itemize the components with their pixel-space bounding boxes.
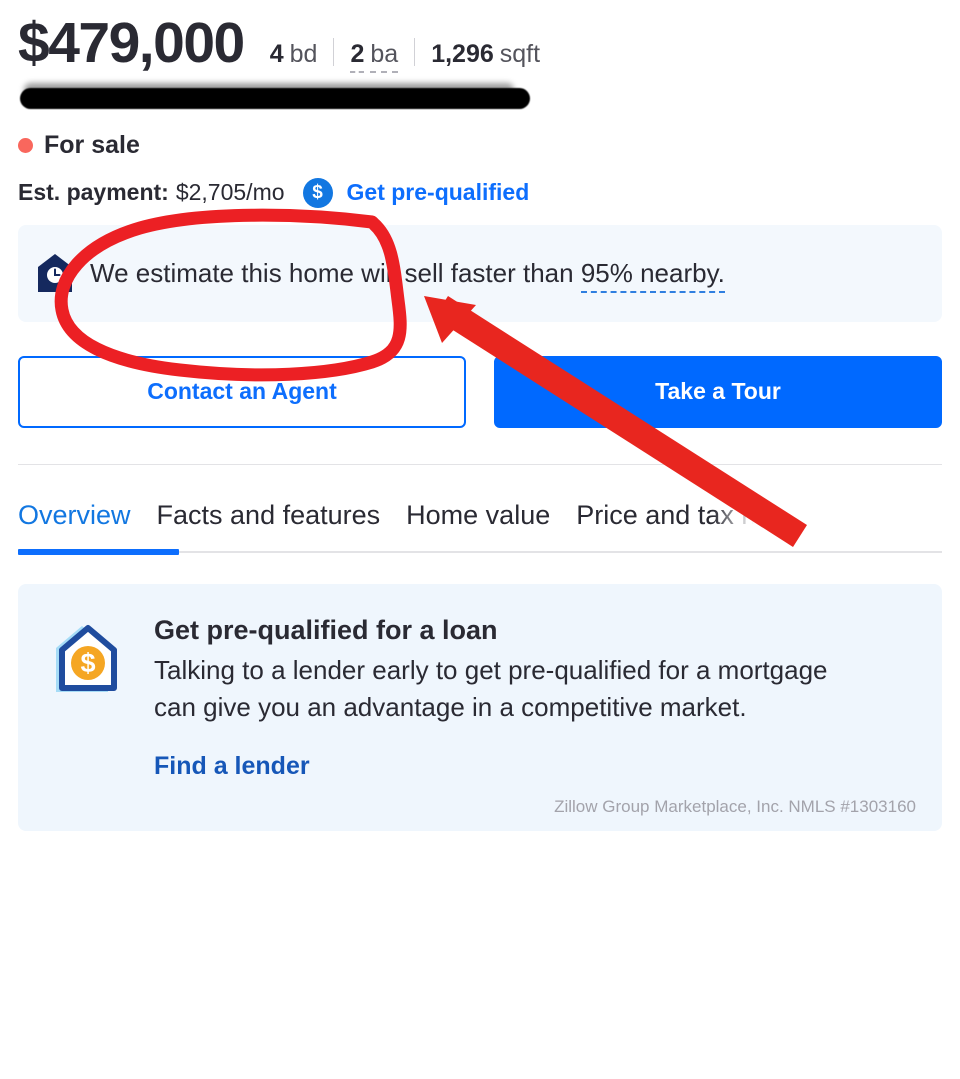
take-a-tour-button[interactable]: Take a Tour bbox=[494, 355, 942, 428]
section-divider bbox=[18, 463, 942, 465]
get-pre-qualified-link[interactable]: Get pre-qualified bbox=[347, 179, 530, 206]
tab-navigation: Overview Facts and features Home value P… bbox=[18, 473, 942, 555]
listing-detail-page: $479,000 4 bd 2 ba 1,296 sqft [address r… bbox=[0, 0, 960, 1079]
sqft-unit: sqft bbox=[499, 40, 541, 68]
listing-price: $479,000 bbox=[18, 11, 245, 75]
tab-facts-and-features[interactable]: Facts and features bbox=[157, 500, 381, 539]
price-header: $479,000 4 bd 2 ba 1,296 sqft bbox=[18, 0, 942, 74]
payment-label: Est. payment: bbox=[18, 179, 169, 206]
fact-divider bbox=[414, 38, 416, 66]
dollar-badge-icon: $ bbox=[302, 177, 333, 208]
pre-qualified-card-body: Get pre-qualified for a loan Talking to … bbox=[154, 614, 916, 817]
sqft-fact: 1,296 sqft bbox=[431, 40, 540, 69]
baths-unit: ba bbox=[370, 40, 399, 73]
beds-unit: bd bbox=[289, 40, 318, 68]
pre-qualified-legal-text: Zillow Group Marketplace, Inc. NMLS #130… bbox=[554, 797, 916, 817]
sell-faster-percentile[interactable]: 95% nearby. bbox=[580, 258, 725, 294]
tab-active-underline bbox=[18, 548, 942, 555]
sell-faster-text: We estimate this home will sell faster t… bbox=[90, 257, 725, 294]
home-facts: 4 bd 2 ba 1,296 sqft bbox=[270, 34, 540, 73]
status-dot-icon bbox=[18, 137, 33, 153]
listing-status: For sale bbox=[18, 131, 942, 160]
baths-fact[interactable]: 2 ba bbox=[350, 40, 399, 73]
tab-home-value[interactable]: Home value bbox=[406, 500, 550, 539]
listing-address: [address redacted] bbox=[20, 84, 211, 111]
sqft-value: 1,296 bbox=[431, 40, 494, 68]
get-pre-qualified-card: $ Get pre-qualified for a loan Talking t… bbox=[18, 583, 942, 832]
payment-value: $2,705/mo bbox=[175, 179, 285, 206]
svg-text:$: $ bbox=[80, 648, 95, 678]
tab-price-and-tax-history[interactable]: Price and tax h bbox=[576, 500, 756, 539]
tab-overview[interactable]: Overview bbox=[18, 500, 131, 539]
contact-agent-button[interactable]: Contact an Agent bbox=[18, 355, 466, 428]
find-a-lender-link[interactable]: Find a lender bbox=[154, 752, 310, 781]
beds-fact: 4 bd bbox=[270, 40, 318, 69]
tab-list: Overview Facts and features Home value P… bbox=[18, 473, 942, 539]
estimated-payment-row: Est. payment: $2,705/mo $ Get pre-qualif… bbox=[18, 177, 942, 208]
pre-qualified-description: Talking to a lender early to get pre-qua… bbox=[154, 655, 828, 723]
fact-divider bbox=[333, 38, 335, 66]
house-clock-icon bbox=[38, 254, 72, 293]
cta-button-row: Contact an Agent Take a Tour bbox=[18, 355, 942, 428]
beds-value: 4 bbox=[269, 40, 284, 68]
baths-value: 2 bbox=[350, 40, 365, 73]
sell-faster-text-lead: We estimate this home will sell faster t… bbox=[90, 258, 581, 289]
address-redaction: [address redacted] bbox=[20, 82, 530, 112]
chevron-right-icon[interactable]: › bbox=[776, 499, 786, 539]
house-dollar-icon: $ bbox=[44, 618, 126, 700]
status-label: For sale bbox=[44, 130, 140, 159]
sell-faster-banner: We estimate this home will sell faster t… bbox=[18, 224, 942, 322]
pre-qualified-title: Get pre-qualified for a loan bbox=[154, 614, 498, 645]
